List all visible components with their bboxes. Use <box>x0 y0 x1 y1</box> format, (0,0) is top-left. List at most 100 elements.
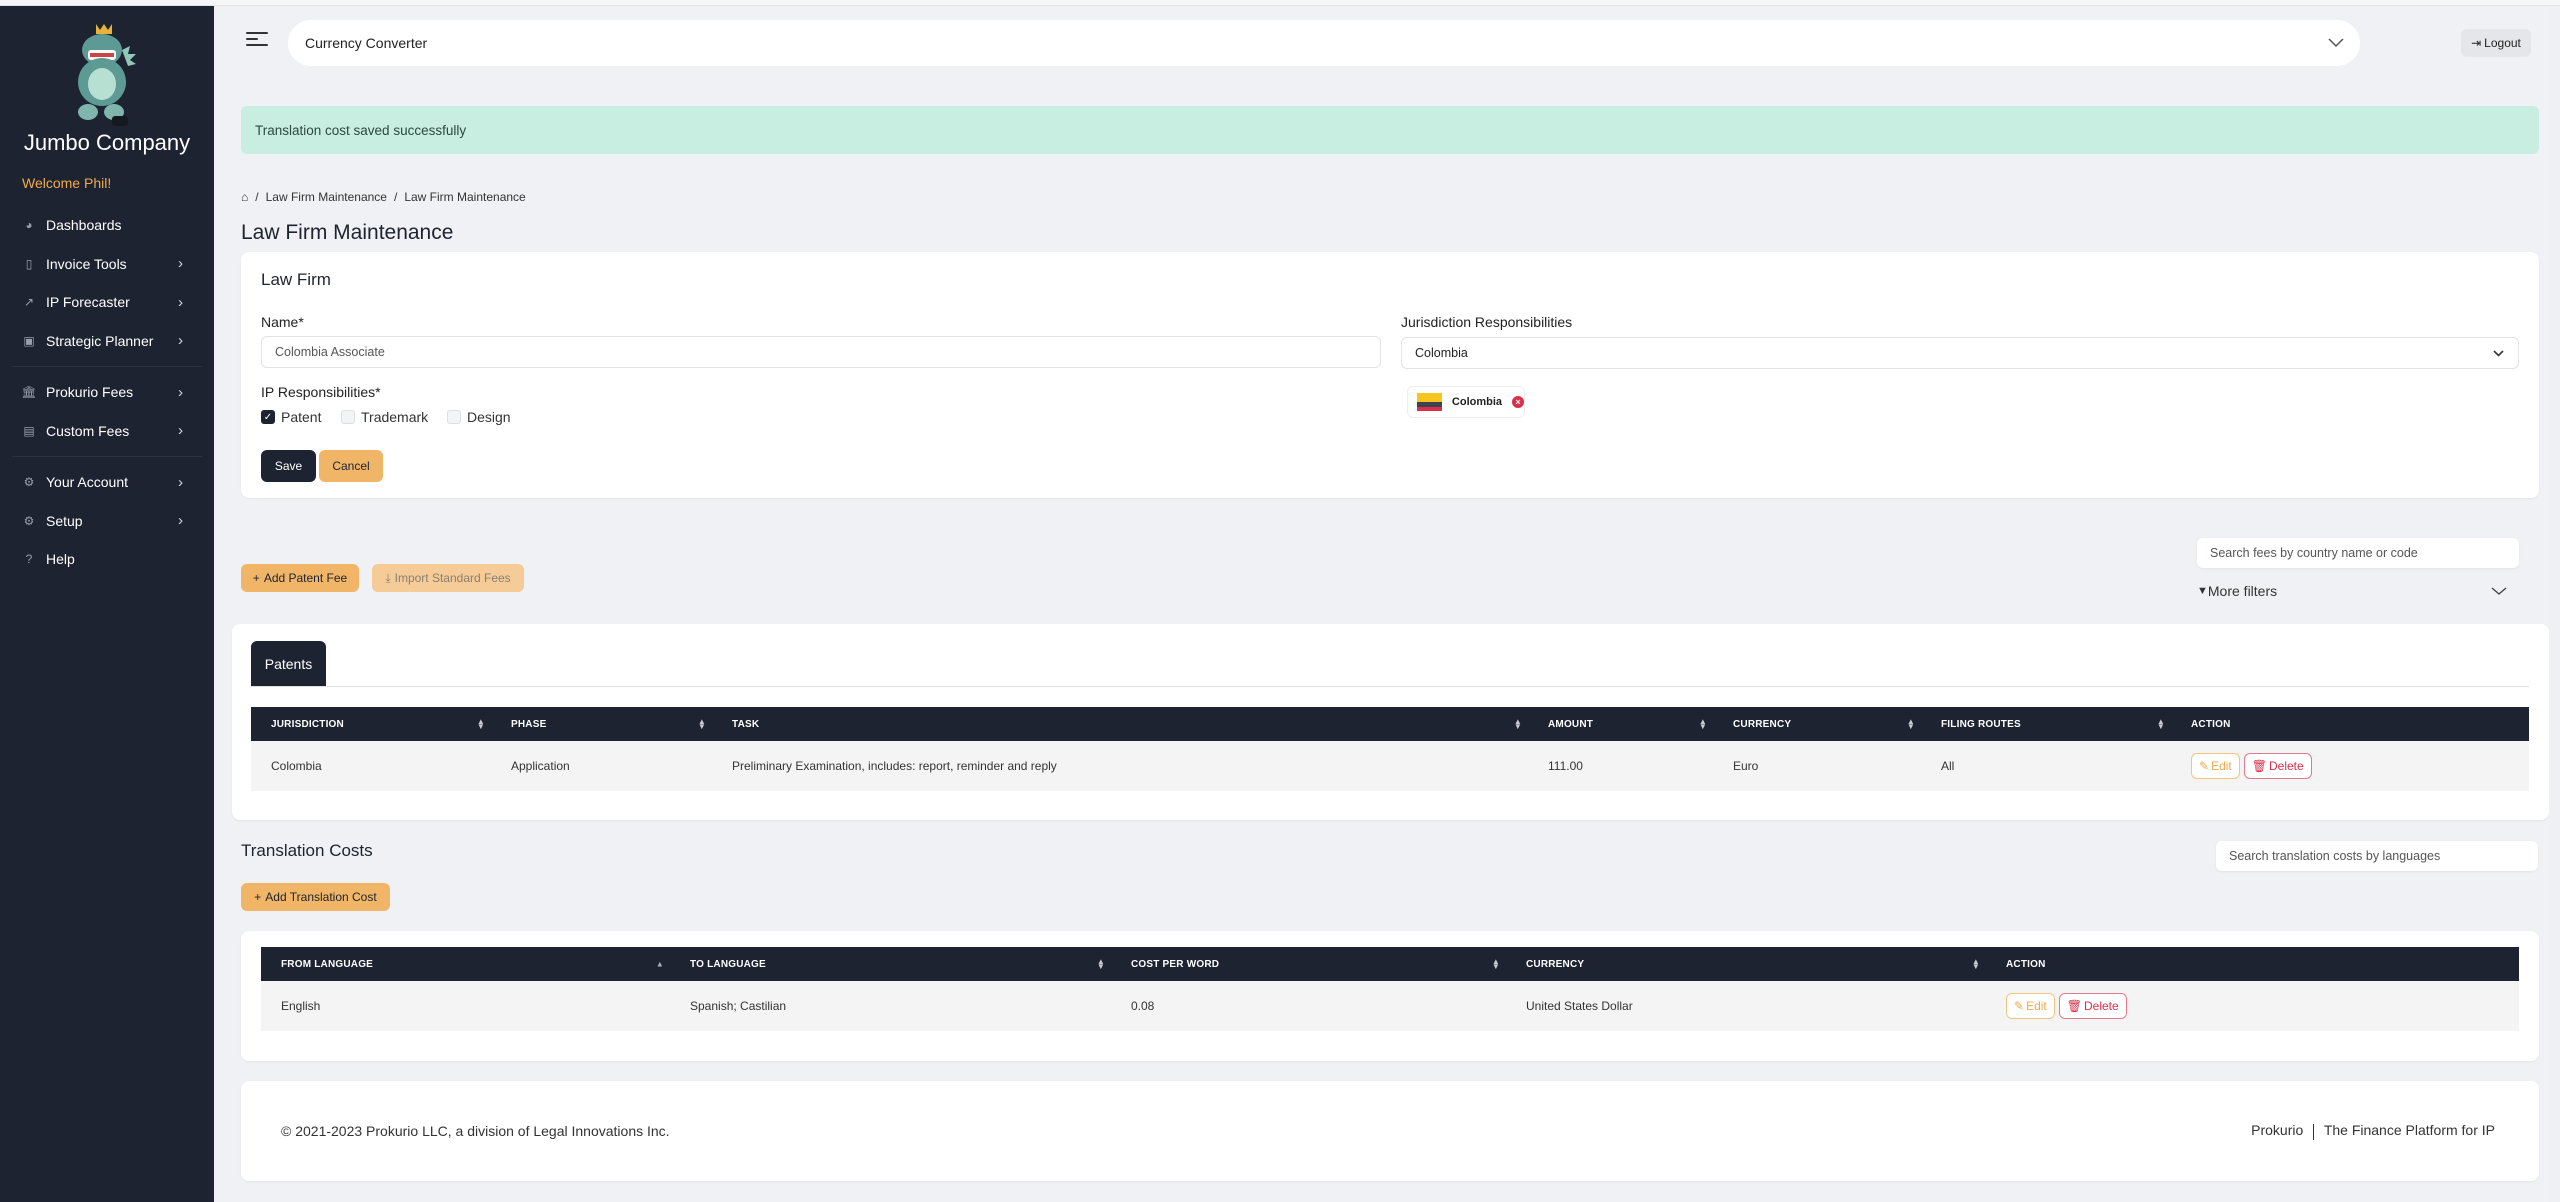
column-header-currency[interactable]: CURRENCY ▲ ▼ <box>1713 707 1921 741</box>
table-header: JURISDICTION ▲ ▼ PHASE ▲ ▼ TASK ▲ ▼ AMOUNT ▲ ▼ C… <box>251 707 2529 741</box>
success-alert: Translation cost saved successfully <box>241 106 2539 154</box>
name-input[interactable]: Colombia Associate <box>261 336 1381 368</box>
edit-icon: ✎ <box>2199 759 2210 773</box>
translation-costs-card: FROM LANGUAGE ▲ TO LANGUAGE ▲ ▼ COST PER WO… <box>241 931 2539 1061</box>
sidebar-item-your-account[interactable]: ⚙ Your Account › <box>0 463 214 502</box>
jurisdiction-label: Jurisdiction Responsibilities <box>1401 314 1573 330</box>
sidebar-item-help[interactable]: ? Help <box>0 540 214 579</box>
browser-top-edge <box>0 0 2560 6</box>
delete-button[interactable]: 🗑︎ Delete <box>2243 753 2312 779</box>
cell-task: Preliminary Examination, includes: repor… <box>732 759 1057 773</box>
breadcrumb-link[interactable]: Law Firm Maintenance <box>266 190 387 204</box>
column-header-to-language[interactable]: TO LANGUAGE ▲ ▼ <box>670 947 1111 981</box>
tab-patents[interactable]: Patents <box>251 641 326 687</box>
translation-costs-title: Translation Costs <box>241 841 373 860</box>
chip-label: Colombia <box>1451 396 1503 408</box>
add-patent-fee-button[interactable]: + Add Patent Fee <box>241 564 359 592</box>
trash-icon: 🗑︎ <box>2066 999 2082 1013</box>
jurisdiction-select[interactable]: Colombia <box>1401 337 2519 369</box>
sort-asc-icon: ▲ <box>655 959 664 969</box>
sidebar-item-label: IP Forecaster <box>46 294 130 311</box>
fees-search-input[interactable]: Search fees by country name or code <box>2197 538 2519 568</box>
fees-card: Patents JURISDICTION ▲ ▼ PHASE ▲ ▼ TASK ▲ ▼ AM… <box>232 624 2549 820</box>
column-header-phase[interactable]: PHASE ▲ ▼ <box>491 707 712 741</box>
column-header-amount[interactable]: AMOUNT ▲ ▼ <box>1528 707 1713 741</box>
column-header-task[interactable]: TASK ▲ ▼ <box>712 707 1528 741</box>
hamburger-menu-button[interactable] <box>246 32 268 48</box>
welcome-message: Welcome Phil! <box>22 175 112 191</box>
copyright-text: © 2021-2023 Prokurio LLC, a division of … <box>281 1123 670 1139</box>
breadcrumb: ⌂ / Law Firm Maintenance / Law Firm Main… <box>241 190 526 204</box>
name-label: Name* <box>261 314 304 330</box>
design-checkbox[interactable]: Design <box>447 409 511 425</box>
company-name: Jumbo Company <box>23 130 191 155</box>
sidebar-item-label: Setup <box>46 512 83 529</box>
cell-phase: Application <box>511 759 570 773</box>
chevron-right-icon: › <box>178 332 183 350</box>
column-header-filing-routes[interactable]: FILING ROUTES ▲ ▼ <box>1921 707 2171 741</box>
pie-chart-icon: ◕ <box>25 218 33 233</box>
checkbox-box <box>447 410 461 424</box>
column-header-jurisdiction[interactable]: JURISDICTION ▲ ▼ <box>251 707 491 741</box>
sidebar-nav: ◕ Dashboards ▯ Invoice Tools › ↗ IP Fore… <box>0 206 214 579</box>
plus-icon: + <box>252 571 260 585</box>
sidebar-item-label: Dashboards <box>46 217 122 234</box>
cell-action: ✎ Edit 🗑︎ Delete <box>1986 981 2519 1031</box>
sidebar-divider <box>12 366 202 367</box>
trademark-checkbox[interactable]: Trademark <box>341 409 428 425</box>
import-standard-fees-button[interactable]: ⤓ Import Standard Fees <box>372 564 524 592</box>
edit-button[interactable]: ✎ Edit <box>2191 753 2240 779</box>
breadcrumb-current: Law Firm Maintenance <box>404 190 526 204</box>
translation-search-input[interactable]: Search translation costs by languages <box>2216 841 2538 871</box>
sidebar-item-ip-forecaster[interactable]: ↗ IP Forecaster › <box>0 283 214 322</box>
breadcrumb-separator: / <box>255 190 259 204</box>
import-standard-fees-label: Import Standard Fees <box>394 571 511 585</box>
company-mascot-logo <box>78 24 136 126</box>
sort-icon: ▲ ▼ <box>1491 957 1500 971</box>
home-icon[interactable]: ⌂ <box>241 190 248 204</box>
question-icon: ? <box>25 552 33 567</box>
sidebar-item-strategic-planner[interactable]: ▣ Strategic Planner › <box>0 322 214 361</box>
remove-chip-icon[interactable]: × <box>1512 396 1524 408</box>
footer-tagline: Prokurio The Finance Platform for IP <box>2251 1122 2495 1140</box>
cancel-button[interactable]: Cancel <box>319 450 383 482</box>
law-firm-heading: Law Firm <box>261 270 331 289</box>
logout-label: Logout <box>2484 36 2521 50</box>
column-header-from-language[interactable]: FROM LANGUAGE ▲ <box>261 947 670 981</box>
gear-icon: ⚙ <box>23 513 35 528</box>
breadcrumb-separator: / <box>393 190 398 204</box>
table-row: English Spanish; Castilian 0.08 United S… <box>261 981 2519 1031</box>
add-translation-cost-button[interactable]: + Add Translation Cost <box>241 883 390 911</box>
column-header-currency[interactable]: CURRENCY ▲ ▼ <box>1506 947 1986 981</box>
sidebar-item-prokurio-fees[interactable]: 🏛︎ Prokurio Fees › <box>0 373 214 412</box>
ip-responsibilities-label: IP Responsibilities* <box>261 384 381 400</box>
sidebar-item-custom-fees[interactable]: ▤ Custom Fees › <box>0 412 214 451</box>
delete-button[interactable]: 🗑︎ Delete <box>2058 993 2127 1019</box>
sidebar-item-setup[interactable]: ⚙ Setup › <box>0 502 214 541</box>
menu-line <box>246 32 268 34</box>
edit-button[interactable]: ✎ Edit <box>2006 993 2055 1019</box>
column-header-action: ACTION <box>2006 958 2046 970</box>
column-header-cost-per-word[interactable]: COST PER WORD ▲ ▼ <box>1111 947 1506 981</box>
tab-underline <box>251 686 2529 687</box>
logout-button[interactable]: ⇥ Logout <box>2461 29 2531 57</box>
chevron-right-icon: › <box>178 422 183 440</box>
sidebar-item-dashboards[interactable]: ◕ Dashboards <box>0 206 214 245</box>
add-patent-fee-label: Add Patent Fee <box>263 571 348 585</box>
menu-line <box>246 38 258 40</box>
page-scrollbar[interactable] <box>2549 6 2560 1202</box>
sidebar-item-label: Your Account <box>46 474 128 491</box>
currency-converter-dropdown[interactable]: Currency Converter <box>288 20 2360 66</box>
save-button[interactable]: Save <box>261 450 316 482</box>
currency-converter-label: Currency Converter <box>305 35 428 51</box>
sidebar-item-invoice-tools[interactable]: ▯ Invoice Tools › <box>0 245 214 284</box>
patent-checkbox[interactable]: ✓ Patent <box>261 409 321 425</box>
law-firm-card: Law Firm Name* Colombia Associate IP Res… <box>241 252 2539 498</box>
colombia-flag-icon <box>1417 393 1442 411</box>
chevron-right-icon: › <box>178 255 183 273</box>
more-filters-toggle[interactable]: ▼ More filters <box>2197 583 2507 599</box>
trademark-label: Trademark <box>361 409 429 425</box>
cell-currency: Euro <box>1733 759 1759 773</box>
translation-costs-table: FROM LANGUAGE ▲ TO LANGUAGE ▲ ▼ COST PER WO… <box>261 947 2519 1031</box>
plus-icon: + <box>254 890 262 904</box>
